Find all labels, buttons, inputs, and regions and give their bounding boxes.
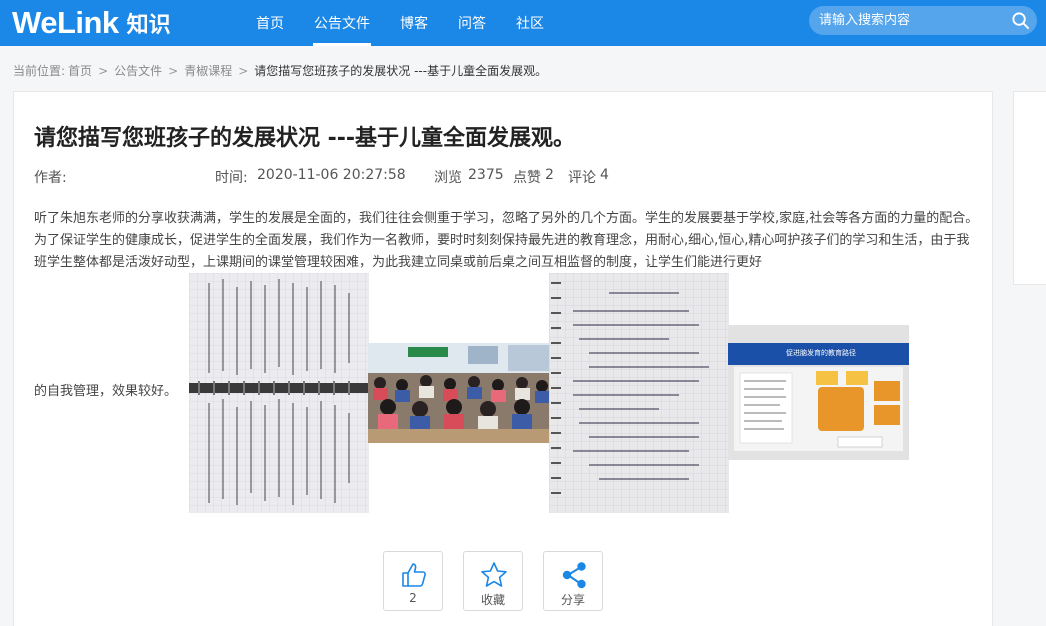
presentation-slide-photo[interactable]: 促进脑发育的教育路径 xyxy=(728,325,909,460)
classroom-photo[interactable] xyxy=(368,343,550,443)
like-button[interactable]: 2 xyxy=(383,551,443,611)
breadcrumb-separator: > xyxy=(238,63,249,78)
publish-time: 2020-11-06 20:27:58 xyxy=(257,167,406,183)
search-input[interactable] xyxy=(819,6,1009,35)
comments-label: 评论 xyxy=(568,170,596,186)
article-body-tail: 的自我管理，效果较好。 xyxy=(34,384,178,399)
logo-brand-text: WeLink xyxy=(12,5,119,40)
breadcrumb-current: 请您描写您班孩子的发展状况 ---基于儿童全面发展观。 xyxy=(254,64,548,78)
breadcrumb-separator: > xyxy=(98,63,109,78)
article-body: 听了朱旭东老师的分享收获满满，学生的发展是全面的，我们往往会侧重于学习，忽略了另… xyxy=(34,211,979,270)
time-label: 时间: xyxy=(215,170,248,186)
like-count: 2 xyxy=(409,591,417,605)
logo-product-text: 知识 xyxy=(126,13,171,38)
slide-title: 促进脑发育的教育路径 xyxy=(786,349,856,357)
sidebar-panel xyxy=(1013,91,1046,285)
likes-count: 2 xyxy=(545,167,554,183)
likes-label: 点赞 xyxy=(513,170,541,186)
share-icon xyxy=(562,562,586,589)
main-nav: 首页 公告文件 博客 问答 社区 xyxy=(241,0,559,46)
article-title: 请您描写您班孩子的发展状况 ---基于儿童全面发展观。 xyxy=(34,126,576,151)
views-label: 浏览 xyxy=(434,170,462,186)
breadcrumb-home[interactable]: 首页 xyxy=(68,62,92,79)
article-card: 请您描写您班孩子的发展状况 ---基于儿童全面发展观。 作者: 时间: 2020… xyxy=(13,91,993,626)
favorite-label: 收藏 xyxy=(480,593,505,607)
breadcrumb-announcements[interactable]: 公告文件 xyxy=(114,62,162,79)
welink-logo[interactable]: WeLink 知识 xyxy=(12,5,171,41)
search-box xyxy=(809,6,1037,35)
breadcrumb-prefix: 当前位置: xyxy=(13,64,66,78)
thumbs-up-icon xyxy=(402,563,426,587)
views-count: 2375 xyxy=(468,167,504,183)
breadcrumb-separator: > xyxy=(168,63,179,78)
notebook-photo-1[interactable] xyxy=(189,273,369,513)
nav-home[interactable]: 首页 xyxy=(241,0,299,46)
author-label: 作者: xyxy=(34,170,67,186)
search-icon[interactable] xyxy=(1011,11,1030,30)
breadcrumb-course[interactable]: 青椒课程 xyxy=(184,62,232,79)
star-icon xyxy=(481,562,507,587)
share-label: 分享 xyxy=(560,593,585,607)
favorite-button[interactable]: 收藏 xyxy=(463,551,523,611)
top-navigation-bar: WeLink 知识 首页 公告文件 博客 问答 社区 xyxy=(0,0,1046,46)
nav-blog[interactable]: 博客 xyxy=(385,0,443,46)
comments-count: 4 xyxy=(600,167,609,183)
breadcrumb: 当前位置: 首页 > 公告文件 > 青椒课程 > 请您描写您班孩子的发展状况 -… xyxy=(13,62,547,79)
nav-announcements[interactable]: 公告文件 xyxy=(299,0,385,46)
nav-community[interactable]: 社区 xyxy=(501,0,559,46)
notebook-photo-2[interactable] xyxy=(549,273,729,513)
nav-qa[interactable]: 问答 xyxy=(443,0,501,46)
share-button[interactable]: 分享 xyxy=(543,551,603,611)
